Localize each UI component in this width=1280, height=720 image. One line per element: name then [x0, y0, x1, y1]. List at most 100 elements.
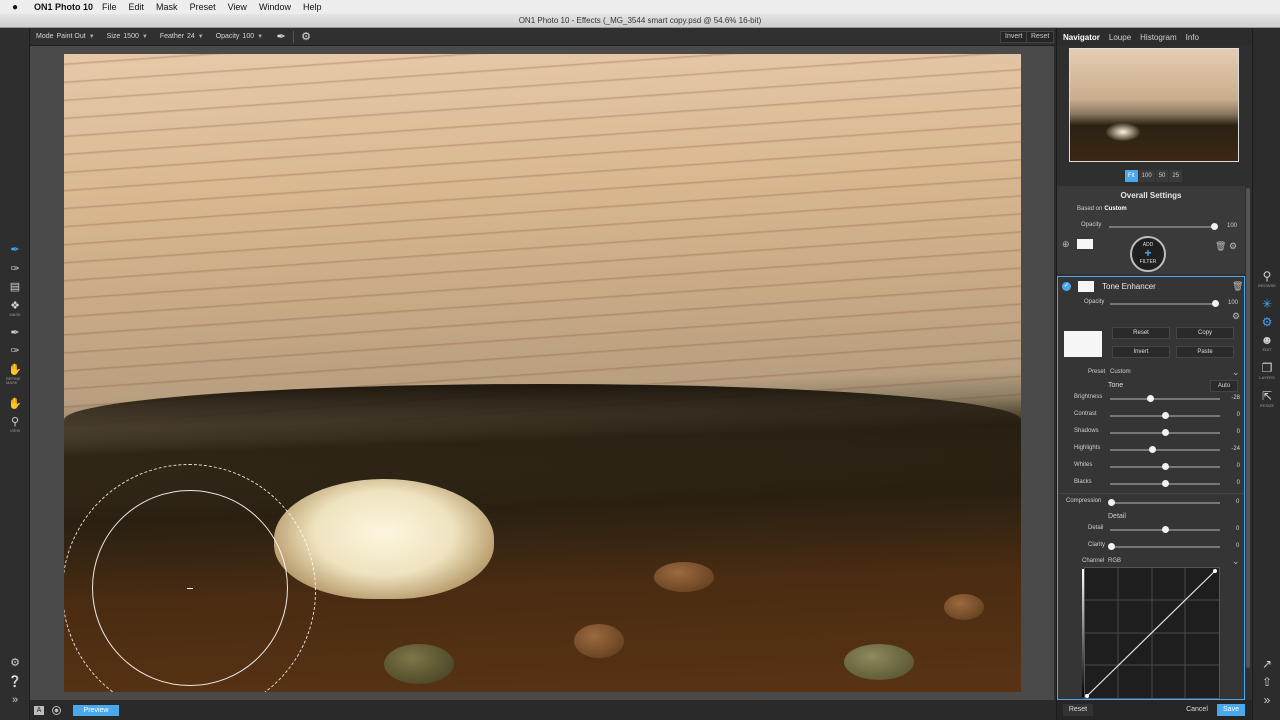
clarity-slider[interactable]: [1110, 546, 1220, 548]
tone-slider-value[interactable]: 0: [1228, 429, 1240, 435]
zoom-50-button[interactable]: 50: [1155, 170, 1169, 182]
filter-invert-button[interactable]: Invert: [1112, 346, 1170, 358]
mask-view-toggle[interactable]: A: [34, 705, 44, 715]
chevron-down-icon[interactable]: ▼: [142, 34, 148, 40]
reset-all-button[interactable]: Reset: [1063, 704, 1093, 716]
module-edit[interactable]: ⚙: [1257, 316, 1277, 329]
compression-knob[interactable]: [1108, 499, 1115, 506]
trash-icon[interactable]: 🗑: [1232, 281, 1243, 292]
tone-slider-value[interactable]: 0: [1228, 463, 1240, 469]
preset-dropdown[interactable]: Custom: [1110, 369, 1131, 375]
menu-edit[interactable]: Edit: [129, 2, 145, 12]
chevron-down-icon[interactable]: ⌄: [1232, 367, 1240, 378]
module-resize[interactable]: ⇱ RESIZE: [1257, 390, 1277, 409]
filter-opacity-value[interactable]: 100: [1228, 300, 1238, 306]
masking-brush-tool[interactable]: ✒: [6, 244, 24, 260]
apple-menu-icon[interactable]: ●: [6, 2, 24, 13]
photo-canvas[interactable]: [64, 54, 1021, 692]
size-value[interactable]: 1500: [123, 33, 139, 40]
menu-window[interactable]: Window: [259, 2, 291, 12]
clarity-knob[interactable]: [1108, 543, 1115, 550]
filter-reset-button[interactable]: Reset: [1112, 327, 1170, 339]
refine-tool[interactable]: ✋ REFINE MASK: [6, 364, 24, 385]
filter-paste-button[interactable]: Paste: [1176, 346, 1234, 358]
filter-mask-thumbnail[interactable]: [1078, 281, 1094, 292]
cancel-button[interactable]: Cancel: [1181, 704, 1213, 716]
tone-slider-knob[interactable]: [1162, 480, 1169, 487]
module-effects[interactable]: ✳: [1257, 298, 1277, 311]
opacity-value[interactable]: 100: [242, 33, 254, 40]
export-button[interactable]: ↗: [1257, 658, 1277, 671]
compression-value[interactable]: 0: [1236, 499, 1239, 505]
tone-curve-graph[interactable]: [1084, 567, 1220, 699]
mask-brush-alt-tool[interactable]: ✑: [6, 263, 24, 279]
menu-mask[interactable]: Mask: [156, 2, 178, 12]
mode-dropdown[interactable]: Paint Out: [57, 33, 86, 40]
tone-slider-knob[interactable]: [1146, 395, 1154, 402]
gear-icon[interactable]: ⚙: [1232, 311, 1240, 322]
help-button[interactable]: ❔: [6, 676, 24, 692]
tone-slider-knob[interactable]: [1162, 429, 1169, 436]
filter-copy-button[interactable]: Copy: [1176, 327, 1234, 339]
based-on-value[interactable]: Custom: [1104, 206, 1126, 212]
collapse-panel-button[interactable]: »: [1257, 694, 1277, 707]
tone-slider-value[interactable]: 0: [1228, 480, 1240, 486]
filter-opacity-slider[interactable]: [1110, 303, 1216, 305]
tone-slider-value[interactable]: -28: [1228, 395, 1240, 401]
zoom-fit-button[interactable]: Fit: [1125, 170, 1138, 182]
zoom-25-button[interactable]: 25: [1169, 170, 1183, 182]
module-browse[interactable]: ⚲ BROWSE: [1257, 270, 1277, 289]
module-portrait[interactable]: ☻ EDIT: [1257, 334, 1277, 353]
tone-slider-value[interactable]: 0: [1228, 412, 1240, 418]
preview-button[interactable]: Preview: [73, 704, 119, 716]
module-layers[interactable]: ❐ LAYERS: [1257, 362, 1277, 381]
gradient-mask-tool[interactable]: ▤: [6, 281, 24, 297]
menu-preset[interactable]: Preset: [190, 2, 216, 12]
tone-slider-knob[interactable]: [1162, 412, 1169, 419]
hand-tool[interactable]: ✋: [6, 398, 24, 414]
chevron-down-icon[interactable]: ▼: [198, 34, 204, 40]
panel-scrollbar[interactable]: [1246, 188, 1250, 668]
compression-slider[interactable]: [1110, 502, 1220, 504]
tone-slider-knob[interactable]: [1162, 463, 1169, 470]
detail-knob[interactable]: [1162, 526, 1169, 533]
reset-button[interactable]: Reset: [1026, 31, 1055, 43]
invert-button[interactable]: Invert: [1000, 31, 1028, 43]
zoom-100-button[interactable]: 100: [1138, 170, 1155, 182]
preferences-button[interactable]: ⚙: [6, 657, 24, 673]
navigator-thumbnail[interactable]: [1069, 48, 1239, 162]
clarity-value[interactable]: 0: [1236, 543, 1239, 549]
tab-loupe[interactable]: Loupe: [1109, 33, 1131, 42]
overall-opacity-knob[interactable]: [1211, 223, 1218, 230]
save-button[interactable]: Save: [1217, 704, 1245, 716]
tab-info[interactable]: Info: [1186, 33, 1199, 42]
overall-mask-thumbnail[interactable]: [1077, 239, 1093, 249]
app-menu[interactable]: ON1 Photo 10: [34, 2, 93, 12]
auto-button[interactable]: Auto: [1210, 380, 1238, 392]
check-icon[interactable]: ✓: [1062, 282, 1071, 291]
chevron-down-icon[interactable]: ▼: [257, 34, 263, 40]
refine-brush-tool[interactable]: ✒: [6, 327, 24, 343]
expand-panel-button[interactable]: »: [6, 694, 24, 710]
gear-icon[interactable]: ⚙: [300, 31, 312, 43]
chevron-down-icon[interactable]: ▼: [89, 34, 95, 40]
menu-file[interactable]: File: [102, 2, 117, 12]
chisel-tool[interactable]: ✑: [6, 345, 24, 361]
add-filter-button[interactable]: ADD + FILTER: [1130, 236, 1166, 272]
trash-icon[interactable]: 🗑: [1215, 241, 1226, 252]
tone-slider-knob[interactable]: [1148, 446, 1156, 453]
brush-picker-icon[interactable]: ✒: [275, 31, 287, 43]
chevron-down-icon[interactable]: ⌄: [1232, 556, 1240, 567]
feather-value[interactable]: 24: [187, 33, 195, 40]
share-button[interactable]: ⇧: [1257, 676, 1277, 689]
mask-icon[interactable]: ⊕: [1062, 239, 1070, 250]
overall-opacity-value[interactable]: 100: [1227, 223, 1237, 229]
gear-icon[interactable]: ⚙: [1229, 241, 1237, 252]
mask-lasso-tool[interactable]: ❖ MASK: [6, 300, 24, 317]
overall-opacity-slider[interactable]: [1109, 226, 1215, 228]
tab-histogram[interactable]: Histogram: [1140, 33, 1176, 42]
detail-value[interactable]: 0: [1236, 526, 1239, 532]
menu-view[interactable]: View: [228, 2, 247, 12]
filter-opacity-knob[interactable]: [1212, 300, 1219, 307]
tone-slider-value[interactable]: -24: [1228, 446, 1240, 452]
